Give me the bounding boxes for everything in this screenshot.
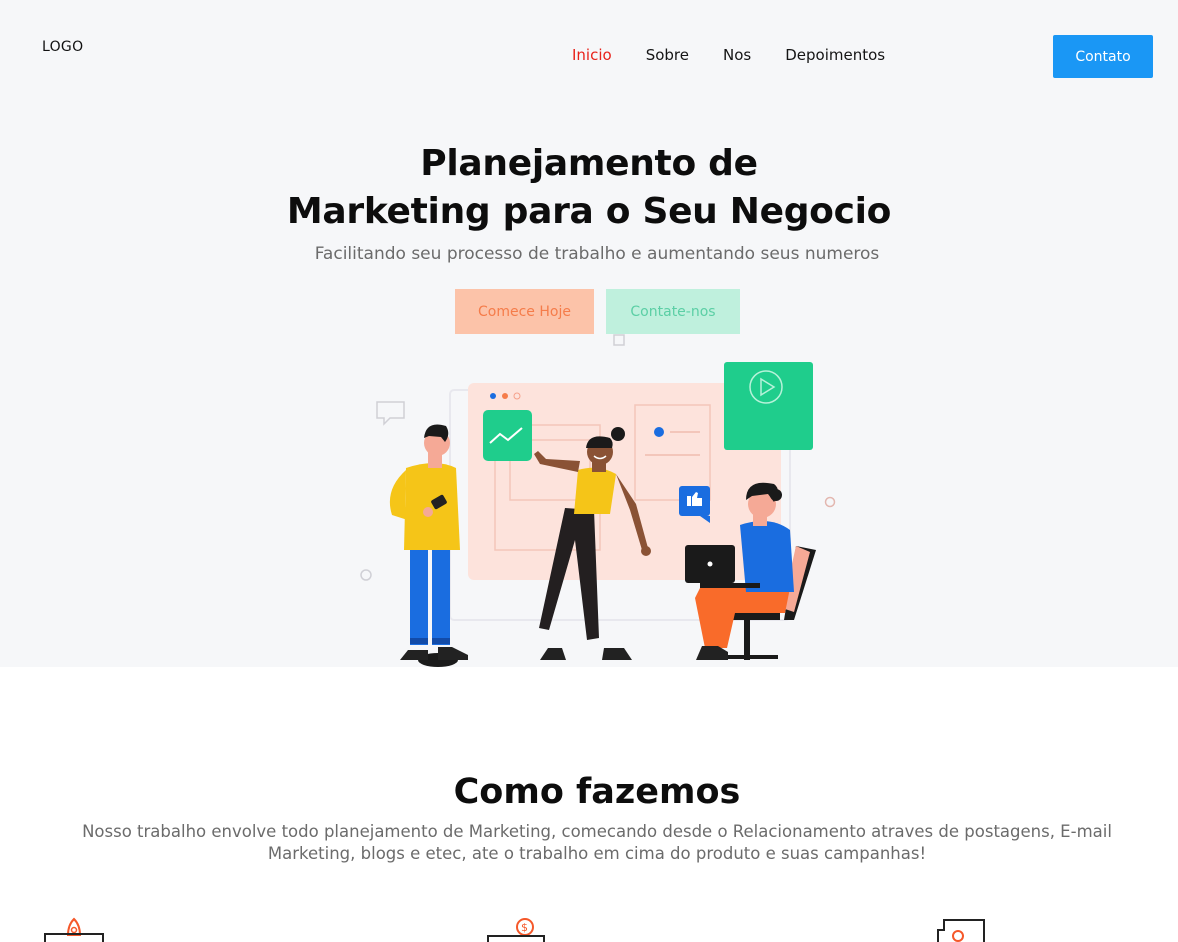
nav-item-inicio[interactable]: Inicio	[572, 46, 612, 64]
main-nav: Inicio Sobre Nos Depoimentos	[572, 46, 919, 64]
logo[interactable]: LOGO	[42, 39, 83, 55]
money-icon: $	[487, 918, 545, 942]
start-today-button[interactable]: Comece Hoje	[455, 289, 594, 334]
target-icon	[937, 919, 985, 942]
hero-subtitle: Facilitando seu processo de trabalho e a…	[314, 244, 880, 264]
nav-item-nos[interactable]: Nos	[723, 46, 751, 64]
contact-us-button[interactable]: Contate-nos	[606, 289, 740, 334]
hero-title: Planejamento de Marketing para o Seu Neg…	[0, 140, 1178, 236]
nav-item-sobre[interactable]: Sobre	[646, 46, 689, 64]
section-description: Nosso trabalho envolve todo planejamento…	[82, 822, 1112, 863]
hero-title-line-1: Planejamento de	[420, 143, 758, 184]
section-title: Como fazemos	[453, 772, 741, 812]
team-illustration	[360, 334, 836, 667]
hero-title-line-2: Marketing para o Seu Negocio	[286, 191, 892, 232]
nav-item-depoimentos[interactable]: Depoimentos	[785, 46, 885, 64]
hero-section: LOGO Inicio Sobre Nos Depoimentos Contat…	[0, 0, 1178, 667]
svg-text:$: $	[521, 921, 528, 934]
rocket-icon	[44, 917, 104, 942]
contact-button[interactable]: Contato	[1053, 35, 1153, 78]
